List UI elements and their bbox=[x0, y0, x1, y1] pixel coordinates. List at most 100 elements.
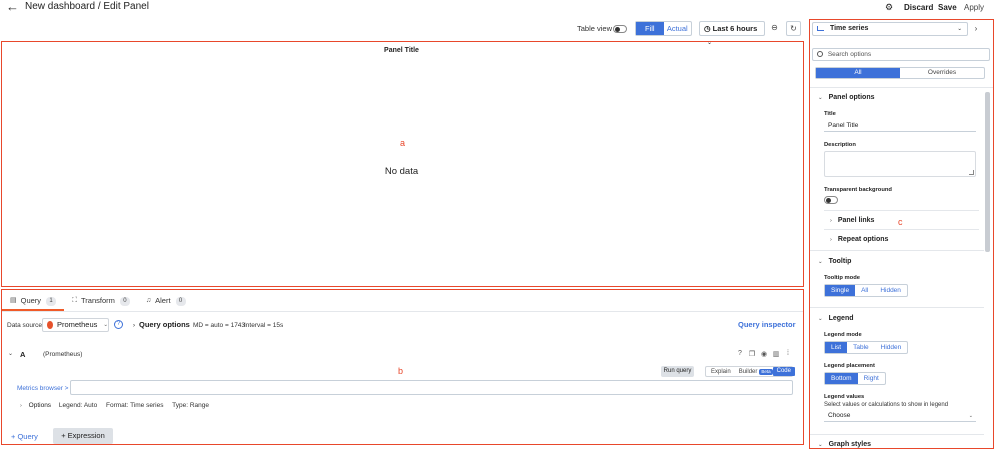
drag-handle-icon[interactable]: ⁞ bbox=[782, 350, 794, 358]
chevron-down-icon: ⌄ bbox=[957, 26, 962, 32]
section-panel-options[interactable]: ⌄ Panel options bbox=[818, 93, 875, 103]
tab-all[interactable]: All bbox=[816, 68, 900, 78]
search-icon bbox=[817, 51, 823, 57]
legend-placement-right[interactable]: Right bbox=[858, 373, 885, 384]
prometheus-icon bbox=[47, 321, 53, 329]
query-input[interactable] bbox=[70, 380, 793, 395]
builder-mode[interactable]: Builder bbox=[739, 369, 758, 375]
refresh-icon[interactable]: ↻ bbox=[786, 21, 801, 36]
query-tabs: ▤ Query 1 ⛶ Transform 0 ♫ Alert 0 bbox=[2, 293, 194, 311]
query-datasource: (Prometheus) bbox=[43, 351, 83, 358]
chevron-down-icon: ⌄ bbox=[818, 95, 823, 101]
arrow-left-icon[interactable]: ← bbox=[6, 0, 19, 13]
max-datapoints-info: MD = auto = 1743 bbox=[193, 322, 246, 329]
tab-alert[interactable]: ♫ Alert 0 bbox=[138, 293, 194, 309]
legend-placement-switch: Bottom Right bbox=[824, 372, 886, 385]
type-option: Type: Range bbox=[172, 402, 210, 409]
apply-button[interactable]: Apply bbox=[964, 1, 984, 14]
tooltip-mode-all[interactable]: All bbox=[855, 285, 874, 296]
options-tabs: All Overrides bbox=[815, 67, 985, 79]
chevron-down-icon: ⌄ bbox=[818, 259, 823, 265]
section-legend-label: Legend bbox=[828, 315, 854, 322]
tab-transform[interactable]: ⛶ Transform 0 bbox=[64, 293, 138, 309]
legend-values-label: Legend values bbox=[824, 394, 865, 400]
gear-icon[interactable]: ⚙ bbox=[883, 1, 895, 14]
visualization-picker[interactable]: Time series ⌄ bbox=[812, 22, 968, 36]
query-options-toggle[interactable]: › Query options bbox=[133, 320, 190, 331]
description-textarea[interactable] bbox=[824, 151, 976, 177]
chevron-down-icon: ⌄ bbox=[968, 413, 973, 419]
database-icon: ▤ bbox=[10, 297, 17, 304]
run-query-button[interactable]: Run query bbox=[661, 366, 694, 377]
top-header: ← New dashboard / Edit Panel ⚙ Discard S… bbox=[0, 0, 998, 16]
divider bbox=[824, 229, 979, 230]
divider bbox=[810, 307, 984, 308]
tabs-divider bbox=[2, 311, 803, 312]
chevron-right-icon: › bbox=[20, 403, 22, 409]
discard-button[interactable]: Discard bbox=[904, 1, 933, 14]
transparent-background-label: Transparent background bbox=[824, 187, 892, 193]
datasource-label: Data source bbox=[7, 322, 43, 329]
tab-query[interactable]: ▤ Query 1 bbox=[2, 293, 65, 311]
datasource-select[interactable]: Prometheus ⌄ bbox=[42, 318, 109, 332]
eye-icon[interactable]: ◉ bbox=[758, 350, 770, 358]
section-tooltip[interactable]: ⌄ Tooltip bbox=[818, 257, 851, 267]
section-graph-styles[interactable]: ⌄ Graph styles bbox=[818, 440, 871, 450]
code-mode[interactable]: Code bbox=[772, 367, 795, 376]
description-label: Description bbox=[824, 142, 856, 148]
options-label: Options bbox=[28, 402, 52, 409]
copy-icon[interactable]: ❐ bbox=[746, 350, 758, 358]
explain-toggle[interactable]: Explain bbox=[711, 369, 731, 375]
legend-mode-list[interactable]: List bbox=[825, 342, 848, 353]
section-tooltip-label: Tooltip bbox=[828, 258, 852, 265]
chevron-down-icon: ⌄ bbox=[103, 322, 108, 328]
query-options-label: Query options bbox=[139, 320, 190, 329]
tooltip-mode-hidden[interactable]: Hidden bbox=[874, 285, 907, 296]
visualization-name: Time series bbox=[829, 25, 869, 32]
section-panel-options-label: Panel options bbox=[828, 94, 875, 101]
query-inspector-button[interactable]: Query inspector bbox=[738, 320, 796, 330]
tab-overrides[interactable]: Overrides bbox=[900, 68, 984, 78]
fill-button[interactable]: Fill bbox=[636, 22, 664, 35]
actual-button[interactable]: Actual bbox=[664, 22, 692, 35]
panel-links-label: Panel links bbox=[837, 217, 875, 224]
tooltip-mode-single[interactable]: Single bbox=[825, 285, 856, 296]
options-scrollbar[interactable] bbox=[985, 92, 990, 252]
legend-placement-label: Legend placement bbox=[824, 363, 875, 369]
section-legend[interactable]: ⌄ Legend bbox=[818, 314, 854, 324]
save-button[interactable]: Save bbox=[938, 1, 957, 14]
tab-query-label: Query bbox=[20, 296, 42, 305]
legend-mode-switch: List Table Hidden bbox=[824, 341, 909, 354]
title-input[interactable]: Panel Title bbox=[824, 120, 976, 132]
metrics-browser-button[interactable]: Metrics browser > bbox=[17, 384, 68, 393]
query-options-row[interactable]: › Options Legend: Auto Format: Time seri… bbox=[20, 402, 216, 410]
legend-values-select[interactable]: Choose ⌄ bbox=[824, 410, 976, 422]
datasource-value: Prometheus bbox=[56, 320, 98, 329]
transparent-background-toggle[interactable] bbox=[824, 196, 838, 204]
legend-mode-hidden[interactable]: Hidden bbox=[875, 342, 908, 353]
help-circle-icon[interactable]: ? bbox=[734, 350, 746, 358]
legend-mode-table[interactable]: Table bbox=[847, 342, 875, 353]
divider bbox=[810, 250, 984, 251]
add-query-button[interactable]: + Query bbox=[11, 432, 38, 442]
legend-placement-bottom[interactable]: Bottom bbox=[825, 373, 858, 384]
chevron-right-icon: › bbox=[830, 218, 832, 224]
table-view-toggle[interactable] bbox=[613, 25, 627, 33]
query-name[interactable]: A bbox=[20, 350, 25, 359]
chevron-right-icon[interactable]: › bbox=[970, 22, 982, 36]
add-expression-button[interactable]: + Expression bbox=[53, 428, 113, 444]
transform-icon: ⛶ bbox=[72, 297, 77, 304]
trash-icon[interactable]: ▥ bbox=[770, 350, 782, 358]
time-range-picker[interactable]: ◷ Last 6 hours ⌄ bbox=[699, 21, 765, 46]
zoom-out-icon[interactable]: ⊖ bbox=[767, 21, 782, 36]
help-icon[interactable]: ? bbox=[114, 320, 123, 329]
search-options-input[interactable]: Search options bbox=[812, 48, 990, 61]
repeat-options-toggle[interactable]: › Repeat options bbox=[830, 235, 888, 245]
tooltip-mode-label: Tooltip mode bbox=[824, 275, 860, 281]
time-series-icon bbox=[817, 25, 824, 31]
panel-links-toggle[interactable]: › Panel links bbox=[830, 216, 874, 226]
collapse-query-icon[interactable]: ⌄ bbox=[8, 350, 13, 357]
query-row-actions: ? ❐ ◉ ▥ ⁞ bbox=[734, 350, 794, 358]
tab-alert-count: 0 bbox=[175, 296, 186, 306]
divider bbox=[810, 434, 984, 435]
